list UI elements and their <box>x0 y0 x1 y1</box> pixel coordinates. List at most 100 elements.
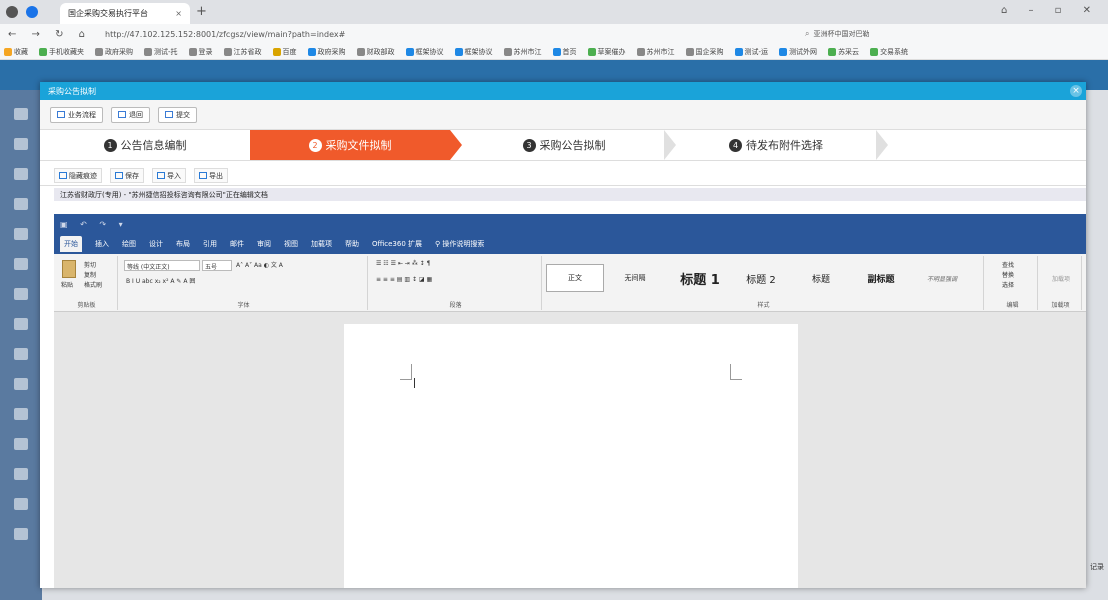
tab-references[interactable]: 引用 <box>203 239 217 249</box>
window-controls[interactable]: ⌂ – ▫ ✕ <box>1001 5 1100 16</box>
tab-title: 国企采购交易执行平台 <box>68 9 148 18</box>
bookmark-item[interactable]: 苏州市江 <box>503 47 542 57</box>
tab-view[interactable]: 视图 <box>284 239 298 249</box>
bookmark-icon <box>552 47 561 56</box>
replace-button[interactable]: 替换 <box>1002 270 1014 279</box>
bookmark-item[interactable]: 财政部政 <box>356 47 395 57</box>
find-button[interactable]: 查找 <box>1002 260 1014 269</box>
search-field[interactable]: 亚洲杯中国对巴勒 <box>814 29 870 39</box>
bookmark-item[interactable]: 收藏 <box>4 47 28 57</box>
format-painter-button[interactable]: 格式刷 <box>84 280 102 289</box>
modal-close-icon[interactable]: × <box>1070 85 1082 97</box>
step-3[interactable]: 3 采购公告拟制 <box>464 130 664 160</box>
bookmark-item[interactable]: 登录 <box>188 47 213 57</box>
tab-help[interactable]: 帮助 <box>345 239 359 249</box>
tab-insert[interactable]: 插入 <box>95 239 109 249</box>
nav-icon[interactable] <box>14 468 28 480</box>
hide-revisions-button[interactable]: 隐藏痕迹 <box>54 168 102 183</box>
bookmark-item[interactable]: 苏采云 <box>828 47 859 57</box>
style-normal[interactable]: 正文 <box>546 264 604 292</box>
new-tab-icon[interactable]: + <box>196 4 207 19</box>
bookmark-item[interactable]: 框架协议 <box>405 47 444 57</box>
nav-icon[interactable] <box>14 378 28 390</box>
paste-button[interactable]: 粘贴 <box>61 280 73 289</box>
bookmark-item[interactable]: 草案催办 <box>587 47 626 57</box>
document-editing-status: 江苏省财政厅(专用) - "苏州捷信招投标咨询有限公司"正在编辑文档 <box>54 188 1086 201</box>
list-icons[interactable]: ☰ ☷ ☰ ⇤ ⇥ ⁂ ↕ ¶ <box>376 260 430 267</box>
right-edge-text[interactable]: 记录 <box>1090 562 1104 572</box>
nav-icon[interactable] <box>14 138 28 150</box>
nav-icon[interactable] <box>14 108 28 120</box>
paste-icon[interactable] <box>62 260 76 278</box>
copy-button[interactable]: 复制 <box>84 270 96 279</box>
bookmark-item[interactable]: 政府采购 <box>307 47 346 57</box>
tab-mailings[interactable]: 邮件 <box>230 239 244 249</box>
bookmark-label: 苏采云 <box>838 47 860 56</box>
nav-icon[interactable] <box>14 288 28 300</box>
step-4[interactable]: 4 待发布附件选择 <box>676 130 876 160</box>
tab-close-icon[interactable]: × <box>175 9 182 18</box>
tab-draw[interactable]: 绘图 <box>122 239 136 249</box>
bookmark-item[interactable]: 首页 <box>552 47 577 57</box>
style-title[interactable]: 标题 <box>792 264 850 292</box>
nav-icon[interactable] <box>14 318 28 330</box>
nav-icon[interactable] <box>14 198 28 210</box>
bookmark-item[interactable]: 测试-托 <box>144 47 178 57</box>
nav-buttons[interactable]: ← → ↻ ⌂ <box>8 29 91 40</box>
tab-design[interactable]: 设计 <box>149 239 163 249</box>
align-icons[interactable]: ≡ ≡ ≡ ▤ ▥ ↕ ◪ ▦ <box>376 276 432 283</box>
return-button[interactable]: 退回 <box>111 106 150 123</box>
select-button[interactable]: 选择 <box>1002 280 1014 289</box>
style-heading-2[interactable]: 标题 2 <box>732 264 790 292</box>
import-button[interactable]: 导入 <box>152 168 186 183</box>
style-no-spacing[interactable]: 无间隔 <box>606 264 664 292</box>
tab-layout[interactable]: 布局 <box>176 239 190 249</box>
bookmark-item[interactable]: 政府采购 <box>95 47 133 57</box>
font-size-select[interactable]: 五号 <box>202 260 232 271</box>
bookmark-item[interactable]: 交易系统 <box>870 47 908 57</box>
bookmark-item[interactable]: 国企采购 <box>685 47 724 57</box>
step-2[interactable]: 2 采购文件拟制 <box>250 130 450 160</box>
nav-icon[interactable] <box>14 498 28 510</box>
bookmark-item[interactable]: 百度 <box>272 47 297 57</box>
font-style-icons[interactable]: B I U abc x₂ x² A ✎ A 囲 <box>126 276 195 285</box>
submit-button[interactable]: 提交 <box>158 106 197 123</box>
bookmark-label: 框架协议 <box>415 47 444 56</box>
tab-review[interactable]: 审阅 <box>257 239 271 249</box>
browser-tab[interactable]: 国企采购交易执行平台 × <box>60 3 190 24</box>
nav-icon[interactable] <box>14 228 28 240</box>
bookmark-item[interactable]: 苏州市江 <box>636 47 675 57</box>
cut-button[interactable]: 剪切 <box>84 260 96 269</box>
nav-icon[interactable] <box>14 258 28 270</box>
nav-icon[interactable] <box>14 408 28 420</box>
bookmark-item[interactable]: 测试外网 <box>779 47 817 57</box>
save-button[interactable]: 保存 <box>110 168 144 183</box>
return-icon <box>118 111 126 118</box>
addins-button[interactable]: 加载项 <box>1052 274 1070 283</box>
tab-office360[interactable]: Office360 扩展 <box>372 239 422 249</box>
quick-access-icons[interactable]: ▣ ↶ ↷ ▾ <box>60 220 128 229</box>
export-button[interactable]: 导出 <box>194 168 228 183</box>
tab-addins[interactable]: 加载项 <box>311 239 332 249</box>
bookmark-item[interactable]: 江苏省政 <box>223 47 262 57</box>
bookmark-item[interactable]: 框架协议 <box>454 47 493 57</box>
font-name-select[interactable]: 等线 (中文正文) <box>124 260 200 271</box>
document-page[interactable] <box>344 324 798 588</box>
tab-home[interactable]: 开始 <box>60 236 82 252</box>
tell-me-search[interactable]: ⚲ 操作说明搜索 <box>435 239 484 249</box>
style-subtitle[interactable]: 副标题 <box>852 264 910 292</box>
nav-icon[interactable] <box>14 348 28 360</box>
url-field[interactable]: http://47.102.125.152:8001/zfcgsz/view/m… <box>105 30 625 39</box>
nav-icon[interactable] <box>14 168 28 180</box>
style-subtle-emphasis[interactable]: 不明显强调 <box>912 264 972 292</box>
nav-icon[interactable] <box>14 438 28 450</box>
nav-icon[interactable] <box>14 528 28 540</box>
browser-menu-icon[interactable] <box>26 6 38 18</box>
workflow-button[interactable]: 业务流程 <box>50 106 103 123</box>
bookmark-item[interactable]: 测试-运 <box>734 47 768 57</box>
font-format-icons[interactable]: A˄ A˅ Aa ◐ 文 A <box>236 260 283 269</box>
bookmark-item[interactable]: 手机收藏夹 <box>39 47 84 57</box>
bookmark-label: 测试外网 <box>789 47 818 56</box>
style-heading-1[interactable]: 标题 1 <box>668 264 732 292</box>
step-1[interactable]: 1 公告信息编制 <box>40 130 250 160</box>
